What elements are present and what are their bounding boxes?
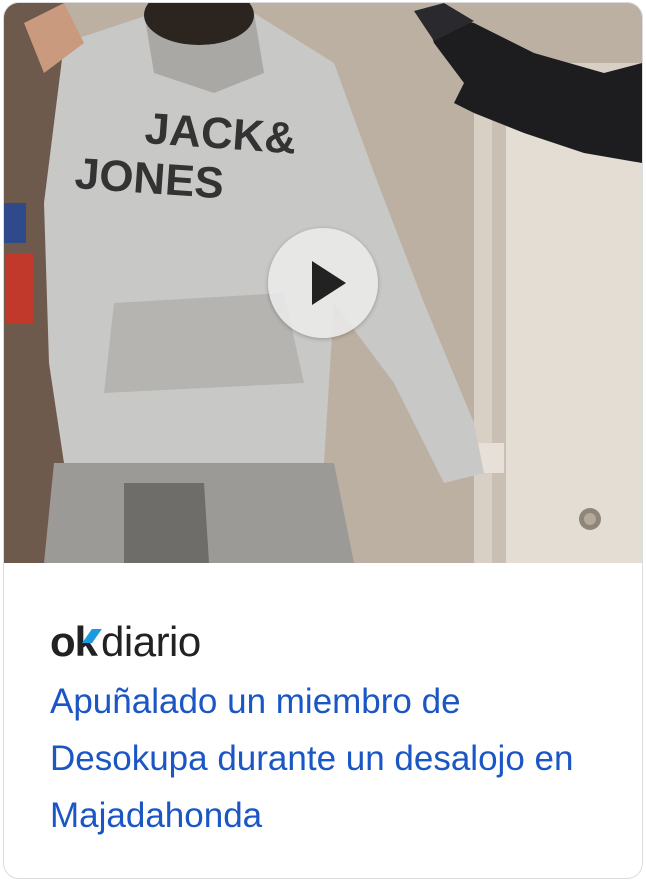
card-body: ok diario Apuñalado un miembro de Desoku… [4, 563, 642, 878]
play-button[interactable] [268, 228, 378, 338]
news-card[interactable]: JACK& JONES ok diario Apuñalado un miemb… [3, 2, 643, 879]
publisher-logo: ok diario [50, 603, 201, 663]
video-thumbnail[interactable]: JACK& JONES [4, 3, 642, 563]
thumbnail-shirt-text-2: JONES [73, 149, 225, 208]
headline-link[interactable]: Apuñalado un miembro de Desokupa durante… [50, 673, 610, 844]
logo-ok-text: ok [50, 621, 102, 663]
play-icon [312, 261, 346, 305]
logo-diario-text: diario [101, 618, 201, 665]
